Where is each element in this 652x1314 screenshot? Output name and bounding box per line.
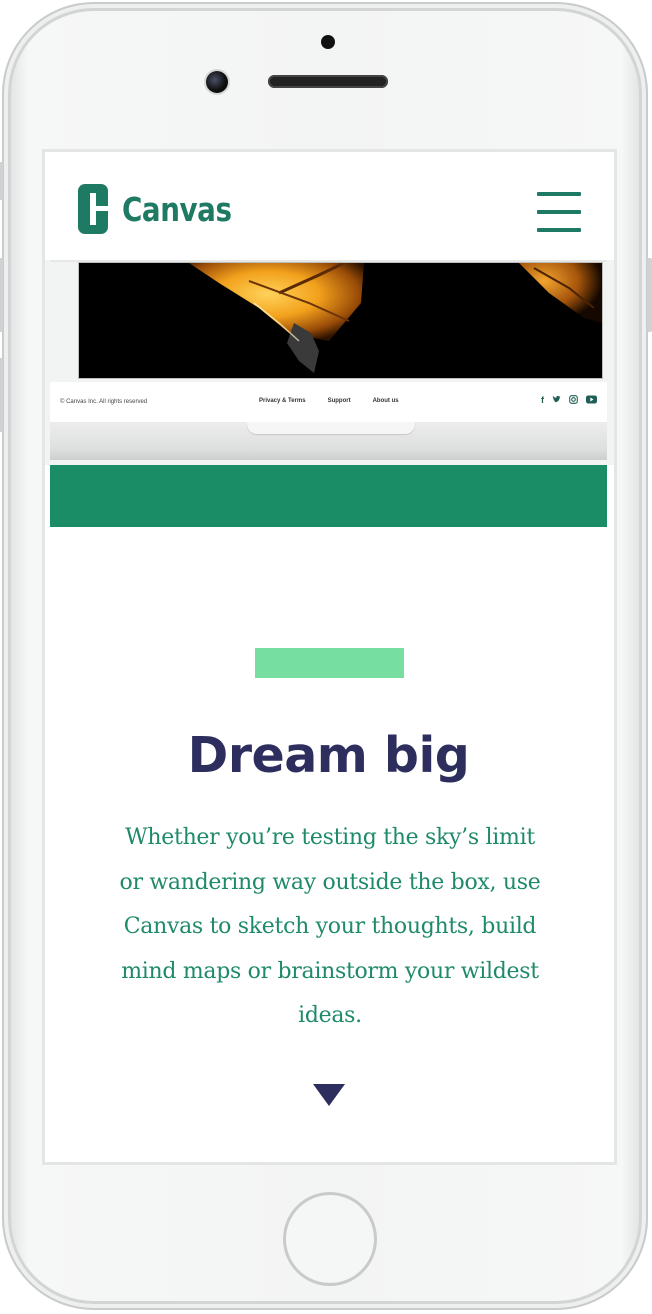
mockup-footer-links: Privacy & Terms Support About us (259, 398, 399, 404)
home-button[interactable] (283, 1192, 377, 1286)
volume-up-button (0, 258, 3, 332)
volume-down-button (0, 358, 3, 432)
accent-bar (255, 648, 404, 678)
mockup-link-privacy[interactable]: Privacy & Terms (259, 398, 306, 404)
mockup-social-icons: f (541, 395, 597, 405)
menu-bar (537, 228, 581, 232)
proximity-sensor (321, 35, 335, 49)
butterfly-image (79, 263, 602, 378)
butterfly-photo (78, 262, 603, 379)
down-triangle-icon[interactable] (313, 1084, 345, 1106)
canvas-logo[interactable]: Canvas (78, 184, 252, 234)
twitter-icon[interactable] (552, 395, 561, 404)
laptop-base (50, 422, 607, 460)
hero-body-text: Whether you’re testing the sky’s limit o… (119, 825, 541, 1028)
hamburger-menu-icon[interactable] (537, 192, 581, 232)
mockup-link-support[interactable]: Support (328, 398, 351, 404)
phone-frame: Canvas © Canvas Inc. All rights reserved… (0, 2, 652, 1310)
instagram-icon[interactable] (569, 395, 578, 404)
hero-headline: Dream big (187, 727, 470, 784)
front-camera-icon (206, 71, 228, 93)
canvas-logo-icon (78, 184, 108, 234)
silent-switch (0, 162, 3, 200)
menu-bar (537, 192, 581, 196)
youtube-icon[interactable] (586, 395, 597, 404)
facebook-icon[interactable]: f (541, 395, 544, 405)
menu-bar (537, 210, 581, 214)
logo-text: Canvas (122, 189, 232, 229)
mockup-footer: © Canvas Inc. All rights reserved Privac… (50, 382, 607, 422)
green-band (50, 465, 607, 527)
phone-screen: Canvas © Canvas Inc. All rights reserved… (45, 152, 614, 1162)
power-button (647, 258, 652, 332)
site-header: Canvas (50, 158, 607, 262)
mockup-copyright: © Canvas Inc. All rights reserved (60, 399, 148, 405)
laptop-mockup: © Canvas Inc. All rights reserved Privac… (45, 260, 614, 465)
laptop-notch (247, 422, 415, 434)
mockup-link-about[interactable]: About us (373, 398, 399, 404)
earpiece-speaker (268, 75, 388, 88)
